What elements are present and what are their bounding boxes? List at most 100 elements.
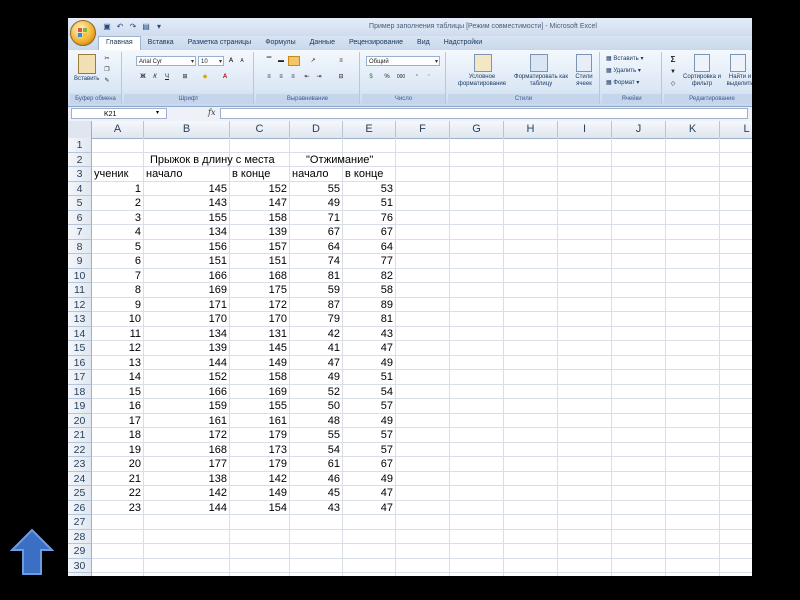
cell-J27[interactable] xyxy=(612,515,666,530)
cell-L21[interactable] xyxy=(720,428,752,443)
cell-H2[interactable] xyxy=(504,152,558,167)
tab-3[interactable]: Формулы xyxy=(258,36,302,50)
cell-L26[interactable] xyxy=(720,501,752,515)
cell-I2[interactable] xyxy=(558,152,612,167)
cell-H18[interactable] xyxy=(504,384,558,399)
cell-L18[interactable] xyxy=(720,385,752,399)
column-header-F[interactable]: F xyxy=(396,121,450,138)
row-header[interactable]: 15 xyxy=(68,341,92,356)
cell-D7[interactable]: 67 xyxy=(290,225,343,240)
cell-D3[interactable]: начало xyxy=(290,167,343,182)
cell-F18[interactable] xyxy=(396,384,450,399)
cell-I6[interactable] xyxy=(558,210,612,225)
redo-icon[interactable]: ↷ xyxy=(128,21,138,32)
cell-L7[interactable] xyxy=(720,225,752,240)
cell-F27[interactable] xyxy=(396,515,450,530)
cell-J12[interactable] xyxy=(612,297,666,312)
row-header[interactable]: 2 xyxy=(68,152,92,167)
row-header[interactable]: 1 xyxy=(68,138,92,153)
fill-color-icon[interactable]: ◆ xyxy=(200,72,210,82)
cell-G14[interactable] xyxy=(450,326,504,341)
cell-H14[interactable] xyxy=(504,326,558,341)
cell-B30[interactable] xyxy=(144,558,230,573)
cell-C4[interactable]: 152 xyxy=(230,181,290,196)
cell-C3[interactable]: в конце xyxy=(230,167,290,182)
cell-G5[interactable] xyxy=(450,196,504,211)
cell-G27[interactable] xyxy=(450,515,504,530)
cell-A11[interactable]: 8 xyxy=(92,283,144,298)
undo-icon[interactable]: ↶ xyxy=(115,21,125,32)
cell-C28[interactable] xyxy=(230,529,290,544)
cell-J2[interactable] xyxy=(612,152,666,167)
align-bottom-icon[interactable] xyxy=(288,56,300,66)
row-header[interactable]: 19 xyxy=(68,399,92,414)
print-preview-icon[interactable]: ▤ xyxy=(141,21,151,32)
cell-H27[interactable] xyxy=(504,515,558,530)
cell-C14[interactable]: 131 xyxy=(230,326,290,341)
cell-F7[interactable] xyxy=(396,225,450,240)
cell-J20[interactable] xyxy=(612,413,666,428)
cell-E1[interactable] xyxy=(343,138,396,153)
cell-G26[interactable] xyxy=(450,500,504,515)
cell-G22[interactable] xyxy=(450,442,504,457)
number-format-combo[interactable]: Общий xyxy=(366,56,440,67)
cell-K11[interactable] xyxy=(666,283,720,298)
cell-B4[interactable]: 145 xyxy=(144,181,230,196)
cell-H11[interactable] xyxy=(504,283,558,298)
cell-E14[interactable]: 43 xyxy=(343,326,396,341)
row-header[interactable]: 9 xyxy=(68,254,92,269)
cell-A20[interactable]: 17 xyxy=(92,413,144,428)
cell-F16[interactable] xyxy=(396,355,450,370)
cell-H31[interactable] xyxy=(504,573,558,576)
cell-B20[interactable]: 161 xyxy=(144,413,230,428)
cell-L10[interactable] xyxy=(720,269,752,283)
cell-C17[interactable]: 158 xyxy=(230,370,290,385)
cell-F22[interactable] xyxy=(396,442,450,457)
sort-filter-icon[interactable] xyxy=(694,54,710,72)
cell-K30[interactable] xyxy=(666,558,720,573)
cell-F23[interactable] xyxy=(396,457,450,472)
cell-G21[interactable] xyxy=(450,428,504,443)
cell-D5[interactable]: 49 xyxy=(290,196,343,211)
cell-K20[interactable] xyxy=(666,413,720,428)
cell-K13[interactable] xyxy=(666,312,720,327)
cell-A21[interactable]: 18 xyxy=(92,428,144,443)
cell-G6[interactable] xyxy=(450,210,504,225)
cell-H19[interactable] xyxy=(504,399,558,414)
tab-5[interactable]: Рецензирование xyxy=(342,36,410,50)
cell-B15[interactable]: 139 xyxy=(144,341,230,356)
cell-J25[interactable] xyxy=(612,486,666,501)
cell-E28[interactable] xyxy=(343,529,396,544)
cell-B17[interactable]: 152 xyxy=(144,370,230,385)
cell-H21[interactable] xyxy=(504,428,558,443)
align-right-icon[interactable]: ≡ xyxy=(288,72,298,82)
cell-G16[interactable] xyxy=(450,355,504,370)
cell-A9[interactable]: 6 xyxy=(92,254,144,269)
row-header[interactable]: 13 xyxy=(68,312,92,327)
cell-G20[interactable] xyxy=(450,413,504,428)
cell-B5[interactable]: 143 xyxy=(144,196,230,211)
cell-F5[interactable] xyxy=(396,196,450,211)
cell-A7[interactable]: 4 xyxy=(92,225,144,240)
insert-cells-button[interactable]: ▦ Вставить ▾ xyxy=(606,55,643,62)
cell-B18[interactable]: 166 xyxy=(144,384,230,399)
cell-C26[interactable]: 154 xyxy=(230,500,290,515)
cell-H25[interactable] xyxy=(504,486,558,501)
cell-K21[interactable] xyxy=(666,428,720,443)
cell-J22[interactable] xyxy=(612,442,666,457)
cell-E10[interactable]: 82 xyxy=(343,268,396,283)
align-top-icon[interactable]: ▔ xyxy=(264,56,274,66)
cell-E8[interactable]: 64 xyxy=(343,239,396,254)
cell-K5[interactable] xyxy=(666,196,720,211)
shrink-font-button[interactable]: A xyxy=(237,56,247,66)
cell-L25[interactable] xyxy=(720,486,752,501)
row-header[interactable]: 17 xyxy=(68,370,92,385)
cell-I22[interactable] xyxy=(558,442,612,457)
cell-H13[interactable] xyxy=(504,312,558,327)
row-header[interactable]: 8 xyxy=(68,239,92,254)
cell-C15[interactable]: 145 xyxy=(230,341,290,356)
cell-L1[interactable] xyxy=(720,138,752,153)
cell-F28[interactable] xyxy=(396,529,450,544)
tab-0[interactable]: Главная xyxy=(98,36,141,50)
cell-C11[interactable]: 175 xyxy=(230,283,290,298)
